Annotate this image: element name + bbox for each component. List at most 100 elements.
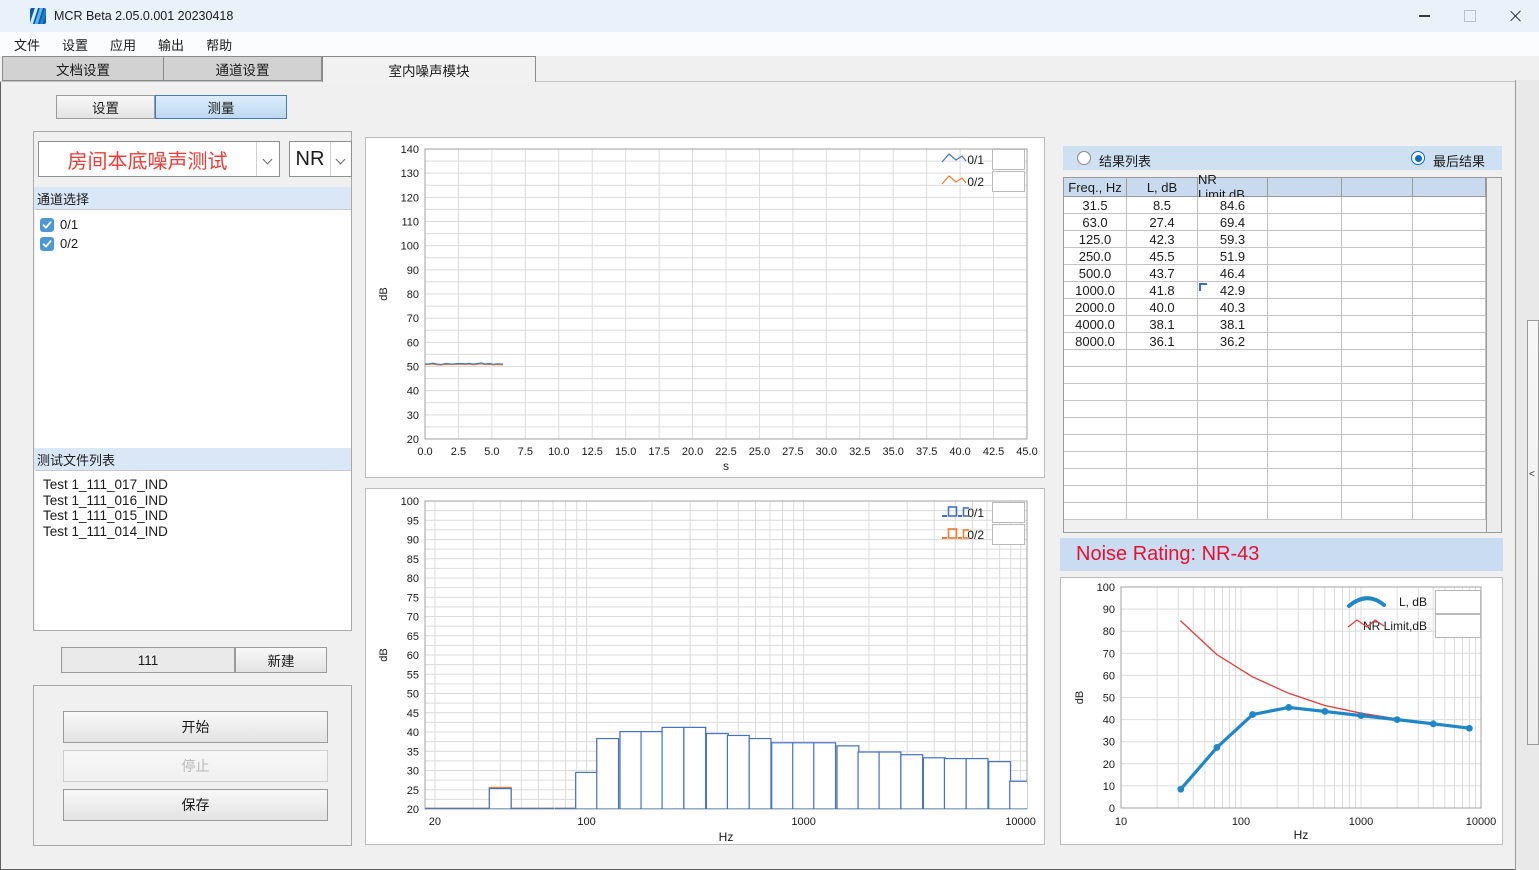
file-item[interactable]: Test 1_111_016_IND bbox=[35, 493, 351, 509]
save-button[interactable]: 保存 bbox=[63, 789, 328, 821]
table-row[interactable] bbox=[1064, 435, 1501, 452]
table-row[interactable]: 2000.040.040.3 bbox=[1064, 299, 1501, 316]
table-row[interactable] bbox=[1064, 486, 1501, 503]
table-cell[interactable] bbox=[1064, 401, 1127, 418]
tab-通道设置[interactable]: 通道设置 bbox=[163, 56, 322, 81]
close-button[interactable] bbox=[1493, 0, 1539, 32]
table-cell[interactable] bbox=[1064, 418, 1127, 435]
table-cell[interactable] bbox=[1413, 214, 1486, 231]
table-cell[interactable] bbox=[1268, 469, 1342, 486]
table-cell[interactable]: 38.1 bbox=[1198, 316, 1268, 333]
table-cell[interactable] bbox=[1413, 350, 1486, 367]
table-cell[interactable] bbox=[1413, 231, 1486, 248]
table-cell[interactable] bbox=[1342, 299, 1413, 316]
table-row[interactable]: 1000.041.842.9 bbox=[1064, 282, 1501, 299]
radio-last-result[interactable] bbox=[1411, 151, 1425, 165]
table-cell[interactable] bbox=[1413, 299, 1486, 316]
table-row[interactable]: 63.027.469.4 bbox=[1064, 214, 1501, 231]
maximize-button[interactable] bbox=[1447, 0, 1493, 32]
table-cell[interactable]: 69.4 bbox=[1198, 214, 1268, 231]
table-cell[interactable] bbox=[1064, 435, 1127, 452]
table-row[interactable] bbox=[1064, 418, 1501, 435]
table-row[interactable] bbox=[1064, 503, 1501, 520]
table-cell[interactable] bbox=[1342, 452, 1413, 469]
table-cell[interactable] bbox=[1064, 384, 1127, 401]
table-cell[interactable] bbox=[1342, 248, 1413, 265]
table-cell[interactable]: 46.4 bbox=[1198, 265, 1268, 282]
table-cell[interactable] bbox=[1064, 469, 1127, 486]
table-cell[interactable] bbox=[1413, 503, 1486, 520]
table-cell[interactable] bbox=[1413, 316, 1486, 333]
file-name-field[interactable]: 111 bbox=[61, 647, 235, 673]
table-cell[interactable] bbox=[1342, 214, 1413, 231]
rating-type-select[interactable]: NR bbox=[289, 141, 352, 177]
table-cell[interactable] bbox=[1127, 367, 1198, 384]
table-cell[interactable] bbox=[1413, 265, 1486, 282]
table-row[interactable]: 8000.036.136.2 bbox=[1064, 333, 1501, 350]
radio-result-list[interactable] bbox=[1077, 151, 1091, 165]
table-row[interactable]: 250.045.551.9 bbox=[1064, 248, 1501, 265]
table-cell[interactable]: 27.4 bbox=[1127, 214, 1198, 231]
test-type-select[interactable]: 房间本底噪声测试 bbox=[38, 141, 280, 177]
new-button[interactable]: 新建 bbox=[235, 647, 327, 673]
table-cell[interactable] bbox=[1342, 282, 1413, 299]
table-cell[interactable] bbox=[1064, 367, 1127, 384]
table-cell[interactable]: 31.5 bbox=[1064, 197, 1127, 214]
tab-文档设置[interactable]: 文档设置 bbox=[2, 56, 164, 81]
file-item[interactable]: Test 1_111_017_IND bbox=[35, 477, 351, 493]
table-cell[interactable]: 84.6 bbox=[1198, 197, 1268, 214]
checkbox-checked-icon[interactable] bbox=[40, 237, 54, 251]
table-cell[interactable] bbox=[1413, 469, 1486, 486]
channel-item-0/1[interactable]: 0/1 bbox=[35, 215, 351, 234]
table-row[interactable]: 31.58.584.6 bbox=[1064, 197, 1501, 214]
menu-item-输出[interactable]: 输出 bbox=[150, 32, 192, 57]
table-cell[interactable] bbox=[1064, 452, 1127, 469]
channel-item-0/2[interactable]: 0/2 bbox=[35, 234, 351, 253]
table-cell[interactable] bbox=[1268, 418, 1342, 435]
table-cell[interactable] bbox=[1127, 452, 1198, 469]
table-row[interactable] bbox=[1064, 452, 1501, 469]
start-button[interactable]: 开始 bbox=[63, 711, 328, 743]
table-cell[interactable] bbox=[1268, 231, 1342, 248]
table-cell[interactable]: 45.5 bbox=[1127, 248, 1198, 265]
table-cell[interactable] bbox=[1127, 384, 1198, 401]
table-cell[interactable] bbox=[1198, 469, 1268, 486]
chevron-down-icon[interactable] bbox=[256, 142, 279, 176]
table-cell[interactable] bbox=[1342, 265, 1413, 282]
table-cell[interactable] bbox=[1268, 503, 1342, 520]
table-cell[interactable] bbox=[1064, 350, 1127, 367]
minimize-button[interactable] bbox=[1401, 0, 1447, 32]
table-row[interactable] bbox=[1064, 367, 1501, 384]
table-cell[interactable] bbox=[1198, 503, 1268, 520]
subtab-测量[interactable]: 测量 bbox=[155, 95, 287, 119]
table-cell[interactable]: 42.9 bbox=[1198, 282, 1268, 299]
table-cell[interactable] bbox=[1127, 503, 1198, 520]
table-cell[interactable] bbox=[1268, 248, 1342, 265]
table-row[interactable]: 125.042.359.3 bbox=[1064, 231, 1501, 248]
table-row[interactable]: 4000.038.138.1 bbox=[1064, 316, 1501, 333]
table-cell[interactable] bbox=[1342, 316, 1413, 333]
collapse-panel-button[interactable]: < bbox=[1527, 320, 1539, 745]
table-cell[interactable]: 59.3 bbox=[1198, 231, 1268, 248]
table-cell[interactable] bbox=[1127, 486, 1198, 503]
menu-item-文件[interactable]: 文件 bbox=[6, 32, 48, 57]
table-cell[interactable] bbox=[1198, 452, 1268, 469]
table-cell[interactable] bbox=[1342, 231, 1413, 248]
table-cell[interactable] bbox=[1413, 486, 1486, 503]
table-row[interactable]: 500.043.746.4 bbox=[1064, 265, 1501, 282]
table-cell[interactable] bbox=[1268, 265, 1342, 282]
test-file-list[interactable]: Test 1_111_017_INDTest 1_111_016_INDTest… bbox=[35, 470, 351, 630]
table-cell[interactable]: 125.0 bbox=[1064, 231, 1127, 248]
chevron-down-icon[interactable] bbox=[330, 142, 351, 176]
table-cell[interactable] bbox=[1127, 350, 1198, 367]
table-cell[interactable] bbox=[1413, 384, 1486, 401]
table-cell[interactable] bbox=[1064, 486, 1127, 503]
table-cell[interactable]: 500.0 bbox=[1064, 265, 1127, 282]
table-cell[interactable] bbox=[1268, 367, 1342, 384]
table-cell[interactable] bbox=[1268, 350, 1342, 367]
table-cell[interactable] bbox=[1127, 401, 1198, 418]
table-cell[interactable]: 42.3 bbox=[1127, 231, 1198, 248]
table-cell[interactable]: 4000.0 bbox=[1064, 316, 1127, 333]
table-cell[interactable]: 63.0 bbox=[1064, 214, 1127, 231]
table-cell[interactable] bbox=[1127, 418, 1198, 435]
